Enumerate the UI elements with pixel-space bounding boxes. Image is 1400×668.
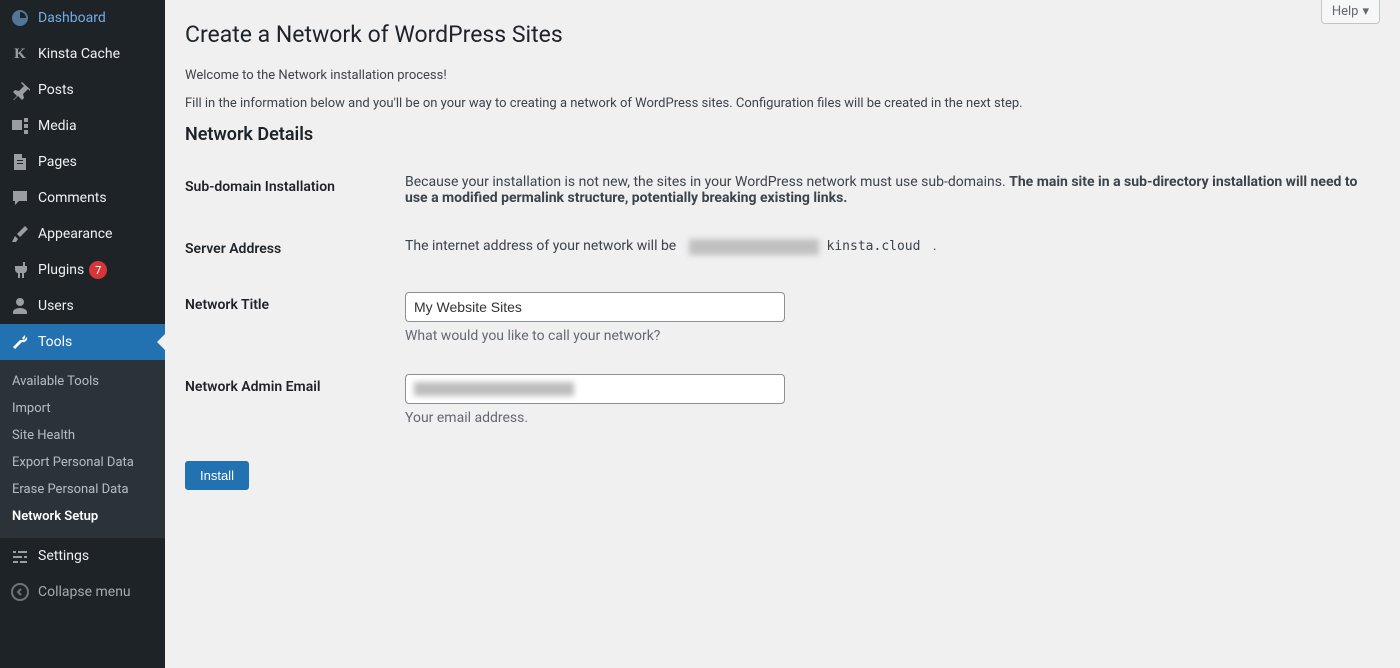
sidebar-item-label: Pages — [38, 154, 77, 170]
help-label: Help — [1332, 4, 1359, 19]
submenu-erase-personal-data[interactable]: Erase Personal Data — [0, 476, 165, 503]
sidebar-item-appearance[interactable]: Appearance — [0, 216, 165, 252]
sidebar-item-label: Dashboard — [38, 10, 106, 26]
sidebar-item-label: Appearance — [38, 226, 112, 242]
main-content: Help ▾ Create a Network of WordPress Sit… — [165, 0, 1400, 668]
label-subdomain: Sub-domain Installation — [185, 159, 405, 221]
sidebar-item-plugins[interactable]: Plugins 7 — [0, 252, 165, 288]
sidebar-item-label: Kinsta Cache — [38, 46, 120, 62]
submenu-import[interactable]: Import — [0, 395, 165, 422]
collapse-label: Collapse menu — [38, 584, 131, 600]
row-network-title: Network Title What would you like to cal… — [185, 277, 1380, 359]
sidebar-item-label: Users — [38, 298, 74, 314]
submenu-available-tools[interactable]: Available Tools — [0, 368, 165, 395]
sidebar-item-label: Settings — [38, 548, 89, 564]
subdomain-text: Because your installation is not new, th… — [405, 174, 1009, 190]
intro-text-2: Fill in the information below and you'll… — [185, 96, 1380, 111]
pages-icon — [10, 152, 30, 172]
dashboard-icon — [10, 8, 30, 28]
network-title-description: What would you like to call your network… — [405, 328, 1370, 344]
tools-submenu: Available Tools Import Site Health Expor… — [0, 360, 165, 538]
user-icon — [10, 296, 30, 316]
server-address-period: . — [929, 238, 936, 254]
server-address-text: The internet address of your network wil… — [405, 238, 680, 254]
submenu-network-setup[interactable]: Network Setup — [0, 503, 165, 530]
sidebar-item-pages[interactable]: Pages — [0, 144, 165, 180]
label-network-title: Network Title — [185, 277, 405, 359]
submenu-site-health[interactable]: Site Health — [0, 422, 165, 449]
comment-icon — [10, 188, 30, 208]
sidebar-item-tools[interactable]: Tools — [0, 324, 165, 360]
submenu-export-personal-data[interactable]: Export Personal Data — [0, 449, 165, 476]
sidebar-item-label: Tools — [38, 334, 72, 350]
row-server-address: Server Address The internet address of y… — [185, 221, 1380, 277]
install-button[interactable]: Install — [185, 461, 249, 490]
row-admin-email: Network Admin Email Your email address. — [185, 359, 1380, 441]
sidebar-item-kinsta-cache[interactable]: K Kinsta Cache — [0, 36, 165, 72]
media-icon — [10, 116, 30, 136]
chevron-down-icon: ▾ — [1362, 4, 1369, 19]
help-tab[interactable]: Help ▾ — [1321, 0, 1380, 24]
collapse-icon — [10, 582, 30, 602]
plugin-icon — [10, 260, 30, 280]
page-title: Create a Network of WordPress Sites — [185, 12, 1380, 48]
update-count-badge: 7 — [89, 261, 107, 279]
row-subdomain: Sub-domain Installation Because your ins… — [185, 159, 1380, 221]
wrench-icon — [10, 332, 30, 352]
sidebar-item-media[interactable]: Media — [0, 108, 165, 144]
admin-email-description: Your email address. — [405, 410, 1370, 426]
sidebar-item-dashboard[interactable]: Dashboard — [0, 0, 165, 36]
sidebar-item-comments[interactable]: Comments — [0, 180, 165, 216]
sidebar-item-posts[interactable]: Posts — [0, 72, 165, 108]
sidebar-item-label: Posts — [38, 82, 74, 98]
admin-email-blurred — [414, 382, 574, 396]
collapse-menu[interactable]: Collapse menu — [0, 574, 165, 610]
intro-text-1: Welcome to the Network installation proc… — [185, 68, 1380, 83]
kinsta-icon: K — [10, 44, 30, 64]
admin-email-input[interactable] — [405, 374, 785, 404]
label-server-address: Server Address — [185, 221, 405, 277]
label-admin-email: Network Admin Email — [185, 359, 405, 441]
server-address-code: kinsta.cloud — [680, 236, 930, 257]
pushpin-icon — [10, 80, 30, 100]
sidebar-item-label: Comments — [38, 190, 107, 206]
admin-sidebar: Dashboard K Kinsta Cache Posts Media Pag… — [0, 0, 165, 668]
settings-sliders-icon — [10, 546, 30, 566]
sidebar-item-label: Media — [38, 118, 77, 134]
network-details-table: Sub-domain Installation Because your ins… — [185, 159, 1380, 441]
sidebar-item-label: Plugins — [38, 262, 84, 278]
section-heading: Network Details — [185, 124, 1380, 145]
server-address-blurred — [689, 239, 819, 255]
sidebar-item-users[interactable]: Users — [0, 288, 165, 324]
brush-icon — [10, 224, 30, 244]
sidebar-item-settings[interactable]: Settings — [0, 538, 165, 574]
network-title-input[interactable] — [405, 292, 785, 322]
server-address-suffix: kinsta.cloud — [827, 239, 921, 254]
